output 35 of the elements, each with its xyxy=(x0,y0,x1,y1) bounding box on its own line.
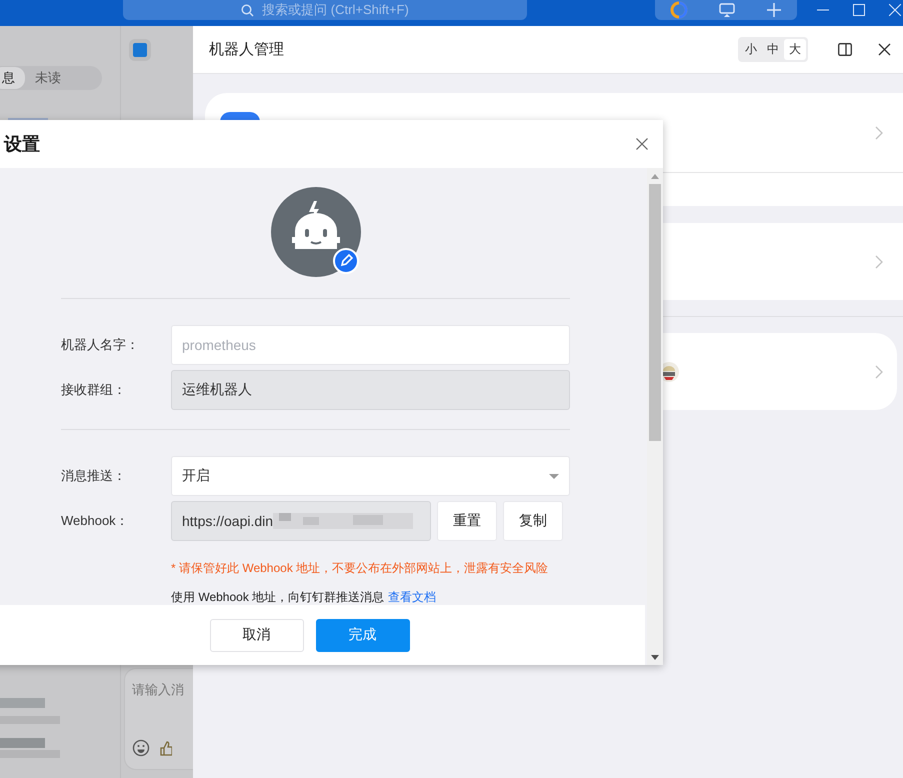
docs-link[interactable]: 查看文档 xyxy=(388,590,436,604)
plus-icon[interactable] xyxy=(766,2,782,18)
panel-title: 机器人管理 xyxy=(209,40,284,59)
dropdown[interactable]: 开启 xyxy=(171,456,570,496)
size-option[interactable]: 大 xyxy=(784,39,806,60)
emoji-icon[interactable] xyxy=(132,739,150,757)
chevron-right-icon xyxy=(875,126,883,140)
size-option[interactable]: 小 xyxy=(740,39,762,60)
tab[interactable]: 未读 xyxy=(25,67,71,89)
blurred-content xyxy=(0,698,60,758)
thumbs-up-icon[interactable] xyxy=(160,740,172,756)
scrollbar[interactable] xyxy=(647,168,663,665)
search-icon xyxy=(241,4,254,16)
screen-share-icon[interactable] xyxy=(718,2,736,18)
chevron-right-icon xyxy=(875,364,883,378)
field-label: 接收群组： xyxy=(61,381,127,399)
edit-icon[interactable] xyxy=(333,248,359,274)
field-label: 机器人名字： xyxy=(61,336,140,354)
scroll-down-icon[interactable] xyxy=(651,655,659,660)
size-option[interactable]: 中 xyxy=(762,39,784,60)
caret-icon xyxy=(549,474,559,478)
dialog-title: 设置 xyxy=(4,133,40,156)
maximize-icon[interactable] xyxy=(853,4,865,16)
split-view-icon[interactable] xyxy=(838,43,852,56)
close-icon[interactable] xyxy=(636,138,648,150)
field-label: Webhook： xyxy=(61,512,130,530)
field-label: 消息推送： xyxy=(61,467,127,485)
warning-text: * 请保管好此 Webhook 地址，不要公布在外部网站上，泄露有安全风险 xyxy=(171,560,550,577)
help-text: 使用 Webhook 地址，向钉钉群推送消息 xyxy=(171,590,384,604)
input-field[interactable]: prometheus xyxy=(171,325,570,365)
tab[interactable]: 息 xyxy=(0,67,25,89)
cancel-button[interactable]: 取消 xyxy=(210,618,304,652)
robot-avatar[interactable] xyxy=(271,187,363,279)
close-icon[interactable] xyxy=(878,43,891,56)
chevron-right-icon xyxy=(875,254,883,268)
